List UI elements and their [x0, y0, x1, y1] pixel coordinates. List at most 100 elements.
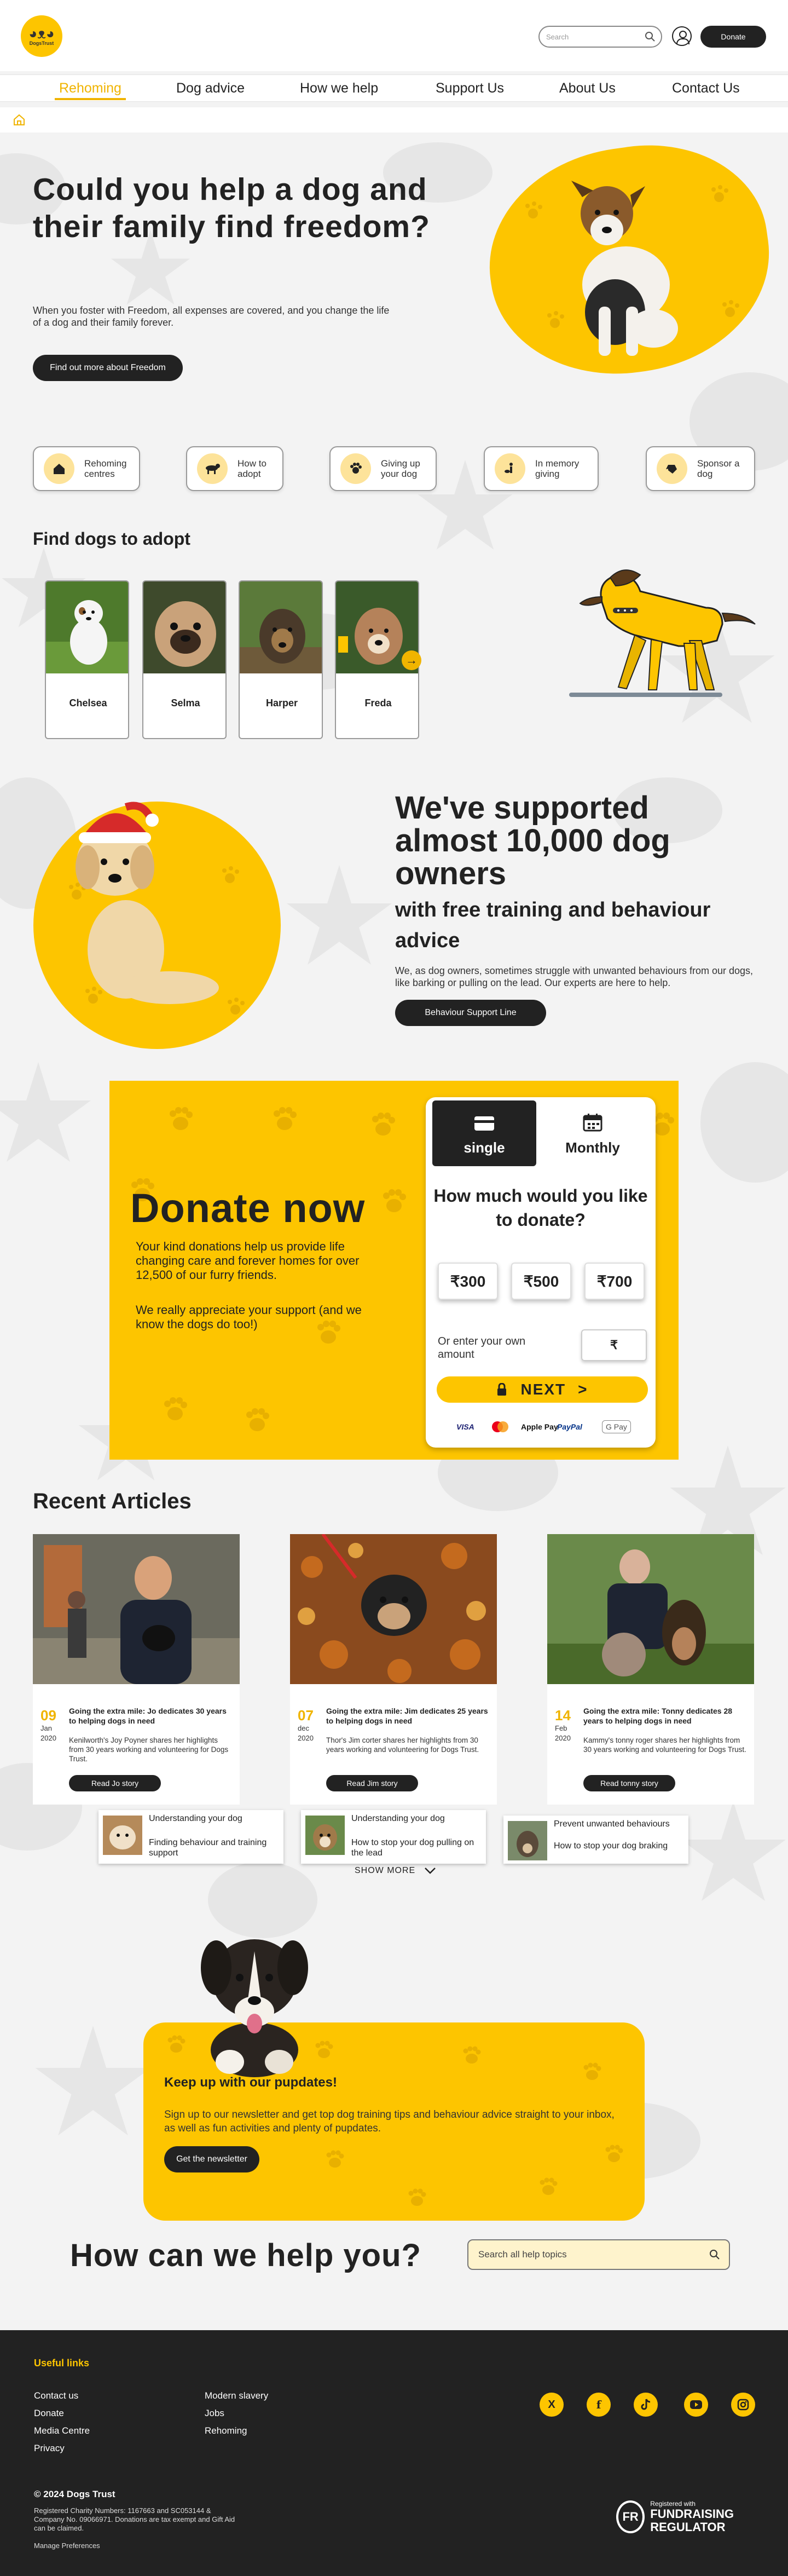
nav-how-we-help[interactable]: How we help	[300, 80, 378, 96]
quick-link-sponsor[interactable]: Sponsor a dog	[646, 446, 755, 491]
quick-link-giving-up[interactable]: Giving up your dog	[329, 446, 437, 491]
article-year: 2020	[40, 1734, 56, 1742]
footer-link-modern-slavery[interactable]: Modern slavery	[205, 2390, 268, 2401]
chevron-down-icon	[424, 1867, 436, 1874]
mini-article-3[interactable]: Prevent unwanted behaviours How to stop …	[503, 1816, 688, 1864]
mini-article-2[interactable]: Understanding your dog How to stop your …	[301, 1810, 486, 1864]
article-photo	[290, 1534, 497, 1684]
mini-article-title: Finding behaviour and training support	[149, 1838, 267, 1858]
article-title: Going the extra mile: Jo dedicates 30 ye…	[69, 1707, 227, 1725]
article-date: 14 Feb 2020	[555, 1707, 577, 1743]
search-input[interactable]: Search	[538, 26, 662, 48]
registration-text: Registered Charity Numbers: 1167663 and …	[34, 2506, 235, 2532]
quick-link-how-to-adopt[interactable]: How to adopt	[186, 446, 283, 491]
instagram-icon[interactable]	[731, 2393, 755, 2417]
dog-card-chelsea[interactable]: Chelsea	[45, 580, 129, 739]
footer-link-privacy[interactable]: Privacy	[34, 2443, 65, 2454]
amount-option-700[interactable]: ₹700	[584, 1263, 645, 1300]
quick-link-label: In memory giving	[535, 458, 580, 479]
tab-monthly-label: Monthly	[565, 1139, 620, 1156]
main-nav: Rehoming Dog advice How we help Support …	[0, 74, 788, 102]
next-button[interactable]: NEXT >	[437, 1376, 648, 1403]
dog-name: Selma	[171, 698, 200, 708]
logo-text: DogsTrust	[29, 41, 54, 46]
hero-title: Could you help a dog and their family fi…	[33, 172, 430, 244]
hero-button[interactable]: Find out more about Freedom	[33, 355, 183, 381]
card-icon	[474, 1116, 494, 1131]
footer-link-media[interactable]: Media Centre	[34, 2425, 90, 2436]
dogs-trust-logo[interactable]: ◕ᴥ◕ DogsTrust	[21, 15, 62, 57]
footer-link-rehoming[interactable]: Rehoming	[205, 2425, 247, 2436]
search-icon[interactable]	[709, 2249, 720, 2260]
nav-support-us[interactable]: Support Us	[436, 80, 504, 96]
read-story-button[interactable]: Read Jim story	[326, 1775, 418, 1791]
article-month: dec	[298, 1724, 309, 1732]
dog-card-harper[interactable]: Harper	[239, 580, 323, 739]
mini-article-photo	[103, 1816, 142, 1855]
read-story-button[interactable]: Read Jo story	[69, 1775, 161, 1791]
x-twitter-icon[interactable]: X	[540, 2393, 564, 2417]
tab-single[interactable]: single	[432, 1100, 536, 1166]
donation-form: single Monthly How much would you like t…	[426, 1097, 656, 1448]
quick-link-rehoming-centres[interactable]: Rehoming centres	[33, 446, 140, 491]
article-day: 07	[298, 1707, 314, 1724]
mini-article-photo	[508, 1821, 547, 1860]
home-icon[interactable]	[13, 114, 25, 126]
hero-text: When you foster with Freedom, all expens…	[33, 305, 390, 328]
mini-article-photo	[305, 1816, 345, 1855]
paw-hand-icon	[340, 453, 371, 484]
own-amount-label: Or enter your own amount	[438, 1335, 526, 1361]
mini-article-category: Prevent unwanted behaviours	[554, 1819, 670, 1829]
copyright: © 2024 Dogs Trust	[34, 2489, 115, 2499]
footer-link-contact[interactable]: Contact us	[34, 2390, 78, 2401]
search-icon[interactable]	[645, 31, 656, 42]
tab-single-label: single	[463, 1139, 505, 1156]
quick-link-in-memory[interactable]: In memory giving	[484, 446, 599, 491]
manage-preferences-link[interactable]: Manage Preferences	[34, 2542, 100, 2550]
footer-link-jobs[interactable]: Jobs	[205, 2408, 224, 2419]
hero-image	[474, 129, 784, 391]
fundraising-regulator-logo[interactable]: FR Registered with FUNDRAISING REGULATOR	[616, 2500, 788, 2534]
show-more-button[interactable]: SHOW MORE	[355, 1866, 436, 1876]
article-excerpt: Thor's Jim corter shares her highlights …	[326, 1736, 479, 1754]
nav-contact-us[interactable]: Contact Us	[672, 80, 740, 96]
article-card-jo[interactable]: 09 Jan 2020 Going the extra mile: Jo ded…	[33, 1534, 240, 1805]
newsletter-button[interactable]: Get the newsletter	[164, 2146, 259, 2172]
donate-section: Donate now Your kind donations help us p…	[109, 1081, 679, 1460]
nav-about-us[interactable]: About Us	[559, 80, 616, 96]
donation-question: How much would you like to donate?	[433, 1186, 648, 1230]
own-amount-input[interactable]: ₹	[581, 1329, 647, 1361]
dog-head-icon	[657, 453, 687, 484]
support-subtitle: with free training and behaviour advice	[395, 898, 711, 952]
youtube-icon[interactable]	[684, 2393, 708, 2417]
mini-article-1[interactable]: Understanding your dog Finding behaviour…	[99, 1810, 283, 1864]
puppy-peeking-image	[201, 1939, 308, 2077]
support-text: We, as dog owners, sometimes struggle wi…	[395, 965, 753, 988]
behaviour-support-button[interactable]: Behaviour Support Line	[395, 1000, 546, 1026]
carousel-next-arrow-icon[interactable]: →	[402, 650, 421, 670]
nav-rehoming[interactable]: Rehoming	[59, 80, 121, 96]
puppy-santa-image	[33, 802, 281, 1049]
regulator-name: FUNDRAISING REGULATOR	[650, 2507, 734, 2534]
tab-monthly[interactable]: Monthly	[541, 1100, 645, 1166]
site-header: ◕ᴥ◕ DogsTrust Search Donate	[0, 0, 788, 71]
facebook-icon[interactable]: f	[587, 2393, 611, 2417]
article-card-tonny[interactable]: 14 Feb 2020 Going the extra mile: Tonny …	[547, 1534, 754, 1805]
help-search-input[interactable]: Search all help topics	[467, 2239, 730, 2270]
footer-link-donate[interactable]: Donate	[34, 2408, 64, 2419]
dog-card-selma[interactable]: Selma	[142, 580, 227, 739]
quick-link-label: Giving up your dog	[381, 458, 420, 479]
quick-link-label: Sponsor a dog	[697, 458, 740, 479]
read-story-button[interactable]: Read tonny story	[583, 1775, 675, 1791]
article-excerpt: Kammy's tonny roger shares her highlight…	[583, 1736, 746, 1754]
article-card-jim[interactable]: 07 dec 2020 Going the extra mile: Jim de…	[290, 1534, 497, 1805]
account-icon[interactable]	[672, 26, 692, 46]
header-donate-button[interactable]: Donate	[700, 26, 766, 48]
tiktok-icon[interactable]	[634, 2393, 658, 2417]
quick-link-label: Rehoming centres	[84, 458, 127, 479]
nav-dog-advice[interactable]: Dog advice	[176, 80, 245, 96]
amount-option-300[interactable]: ₹300	[438, 1263, 498, 1300]
amount-option-500[interactable]: ₹500	[511, 1263, 571, 1300]
support-title: We've supported almost 10,000 dog owners	[395, 790, 670, 891]
nav-active-underline	[55, 98, 126, 100]
